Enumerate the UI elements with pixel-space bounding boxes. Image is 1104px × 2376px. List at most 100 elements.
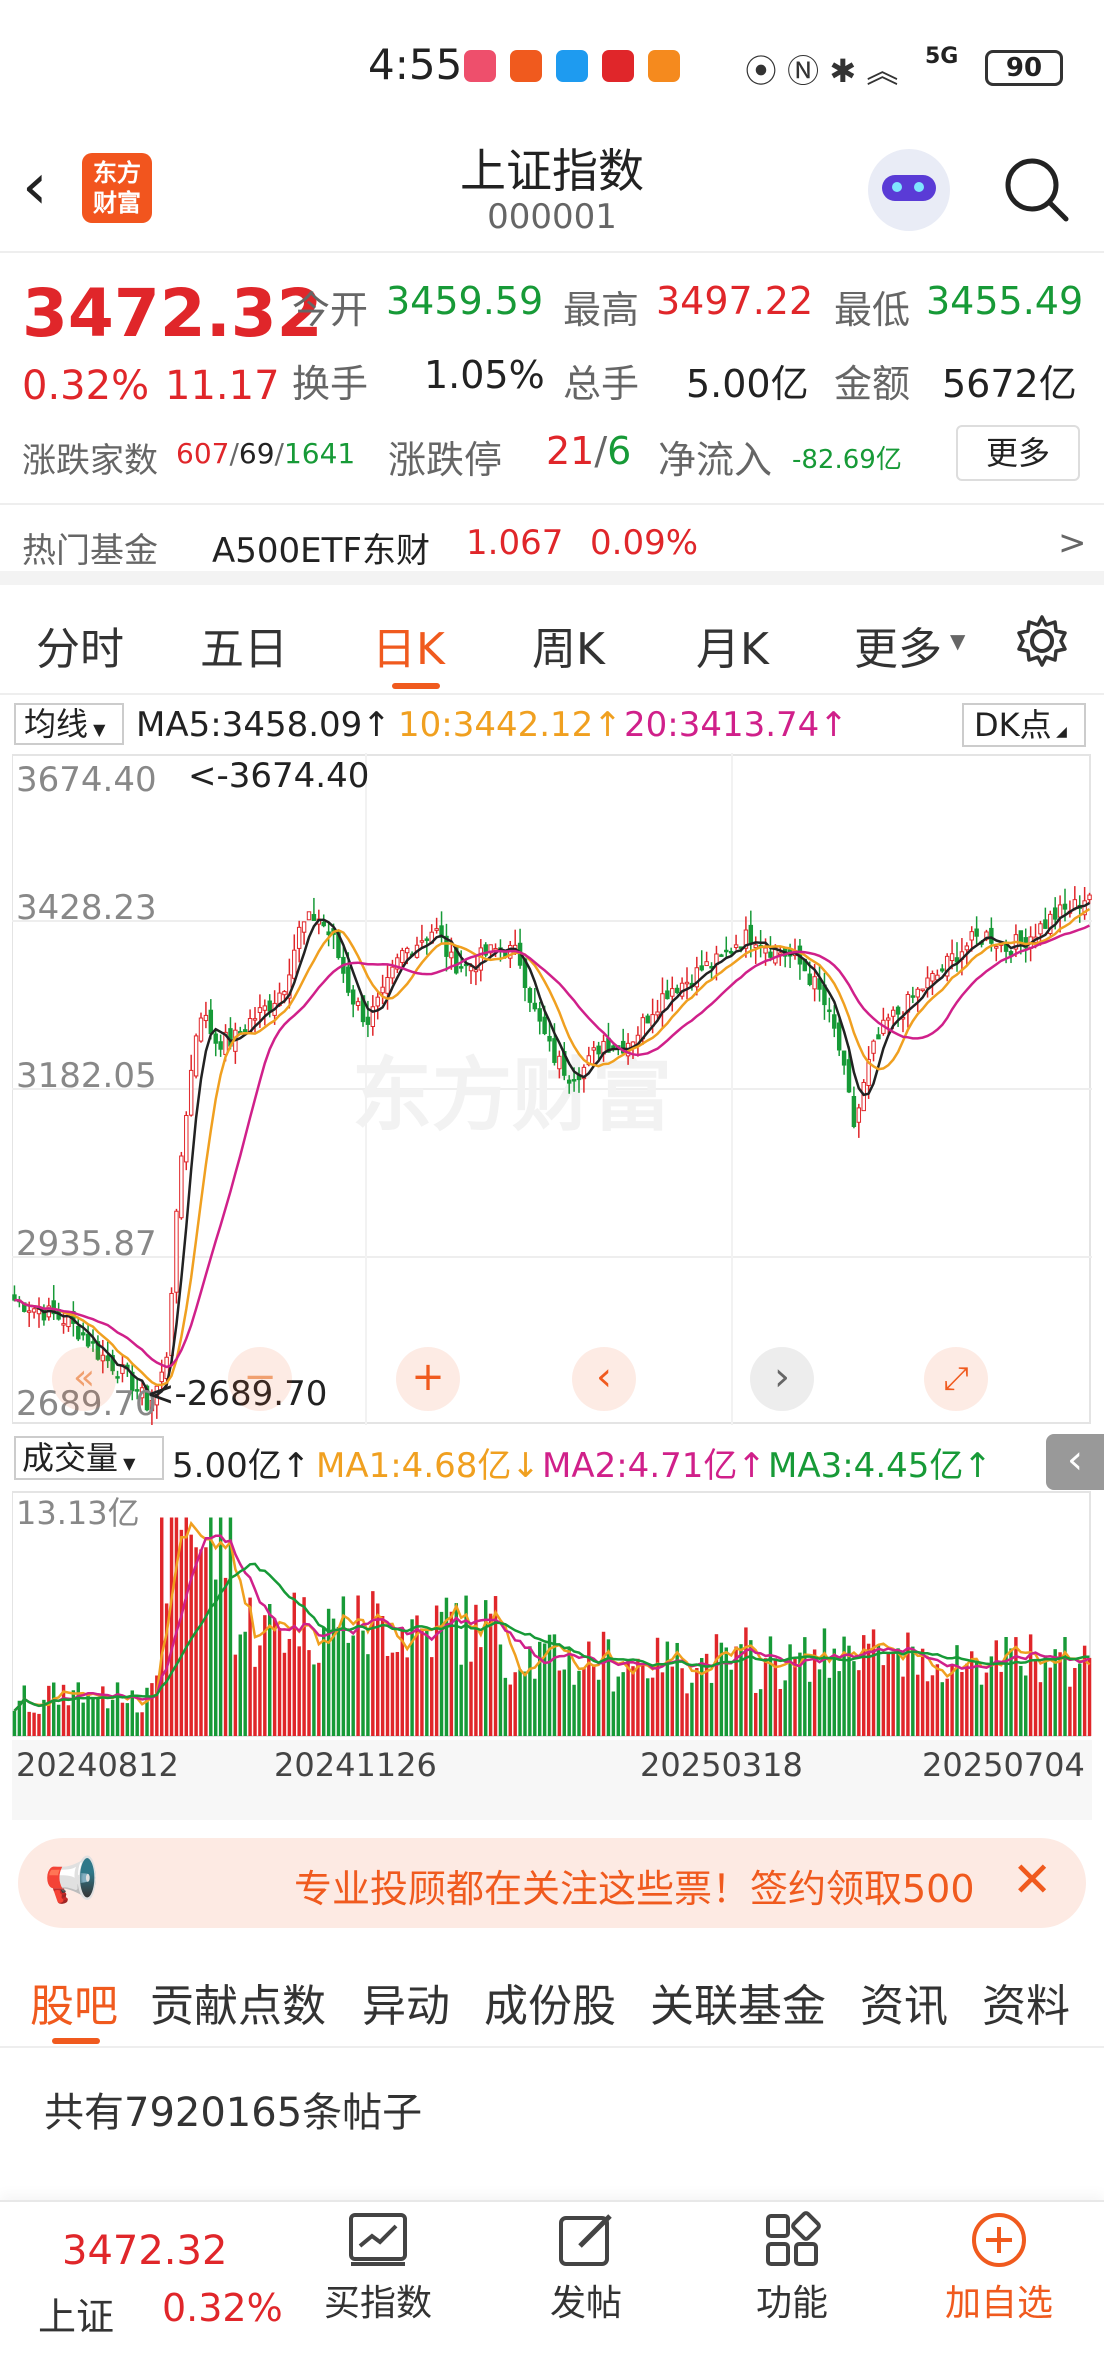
vol-ma1: MA1:4.68亿↓ [316, 1446, 540, 1486]
tab-profile[interactable]: 资料 [982, 1970, 1070, 2034]
volume-chart[interactable]: 13.13亿 [11, 1490, 1092, 1740]
volume-bar [1019, 1665, 1023, 1736]
active-tab-indicator [52, 2038, 100, 2044]
fullscreen-icon[interactable]: ⤢ [924, 1347, 988, 1411]
nav-post[interactable]: 发帖 [524, 2202, 648, 2376]
volume-bar [474, 1604, 478, 1736]
tab-news[interactable]: 资讯 [860, 1970, 948, 2034]
scroll-left-fast-button[interactable]: « [52, 1347, 116, 1411]
candle-body [449, 951, 454, 959]
scroll-right-button[interactable]: › [750, 1347, 814, 1411]
settings-gear-icon[interactable] [1012, 611, 1072, 671]
candle-body [566, 1079, 572, 1084]
volume-bar [420, 1628, 424, 1736]
volume-bar [27, 1711, 31, 1736]
volume-bar [459, 1664, 463, 1736]
volume-bar [135, 1712, 139, 1736]
volume-bar [140, 1712, 144, 1736]
volume-bar [945, 1678, 949, 1736]
kline-chart[interactable]: 东方财富 3674.40 3428.23 3182.05 2935.87 268… [11, 753, 1092, 1427]
candle-body [90, 1341, 96, 1344]
tab-related-funds[interactable]: 关联基金 [650, 1970, 826, 2034]
nav-functions[interactable]: 功能 [730, 2202, 854, 2376]
candle-body [994, 946, 999, 949]
tab-movements[interactable]: 异动 [362, 1970, 450, 2034]
volume-bar [675, 1642, 679, 1736]
date-label: 20240812 [16, 1746, 179, 1784]
more-button[interactable]: 更多 [956, 425, 1080, 481]
volume-bar [896, 1648, 900, 1736]
volume-bar [803, 1637, 807, 1736]
search-icon[interactable] [1002, 155, 1072, 225]
volume-bar [562, 1669, 566, 1736]
candle-body [267, 1000, 272, 1012]
candle-body [753, 944, 758, 949]
volume-bar [268, 1603, 272, 1736]
volume-selector[interactable]: 成交量 ▼ [14, 1436, 164, 1480]
volume-bar [243, 1631, 247, 1736]
collapse-panel-button[interactable]: ‹ [1046, 1434, 1104, 1490]
nav-buy-index[interactable]: 买指数 [316, 2202, 440, 2376]
tab-more[interactable]: 更多 [854, 613, 942, 677]
candle-body [728, 950, 734, 954]
volume-bar [636, 1658, 640, 1736]
volume-bar [700, 1658, 704, 1736]
tab-five-day[interactable]: 五日 [200, 613, 288, 677]
zoom-in-button[interactable]: + [396, 1347, 460, 1411]
volume-bar [223, 1577, 228, 1736]
candle-body [861, 1081, 866, 1112]
limit-label: 涨跌停 [388, 438, 503, 482]
volume-bar [76, 1682, 80, 1736]
candle-body [571, 1079, 577, 1082]
volume-bar [744, 1627, 748, 1736]
candle-body [478, 947, 484, 971]
volume-bar [47, 1685, 51, 1736]
ma-selector[interactable]: 均线 ▼ [14, 703, 124, 745]
close-icon[interactable]: ✕ [1012, 1852, 1052, 1908]
volume-bar [891, 1651, 895, 1736]
robot-assistant-icon[interactable] [868, 149, 950, 231]
candle-body [380, 986, 385, 994]
volume-bar [1078, 1663, 1082, 1736]
volume-bar [695, 1668, 699, 1736]
candle-body [76, 1325, 81, 1340]
volume-bar [881, 1665, 886, 1736]
scroll-left-button[interactable]: ‹ [572, 1347, 636, 1411]
volume-bar [665, 1641, 670, 1736]
volume-bar [322, 1627, 326, 1736]
candle-body [974, 928, 979, 937]
tab-contribution[interactable]: 贡献点数 [150, 1970, 326, 2034]
zoom-out-button[interactable]: − [228, 1347, 292, 1411]
tab-daily-k[interactable]: 日K [372, 613, 445, 677]
candle-body [385, 977, 390, 994]
candle-body [719, 954, 724, 957]
volume-bar [292, 1592, 296, 1736]
candle-body [198, 1017, 204, 1042]
volume-bar [297, 1646, 301, 1736]
hot-fund-label: 热门基金 [22, 531, 158, 571]
promo-banner[interactable]: 📢 专业投顾都在关注这些票！签约领取500 ✕ [18, 1838, 1086, 1928]
tab-monthly-k[interactable]: 月K [696, 613, 769, 677]
volume-bar [822, 1628, 827, 1736]
volume-bar [145, 1687, 149, 1736]
back-icon[interactable]: ‹ [22, 155, 48, 219]
candle-body [213, 1033, 218, 1044]
breadth-label: 涨跌家数 [22, 441, 158, 481]
candle-body [400, 950, 405, 963]
volume-bar [773, 1658, 778, 1736]
candle-body [61, 1323, 66, 1326]
tab-weekly-k[interactable]: 周K [532, 613, 605, 677]
y-tick-label: 3428.23 [16, 888, 157, 928]
nav-add-watchlist[interactable]: 加自选 [934, 2202, 1064, 2376]
dk-point-button[interactable]: DK点 ◢ [962, 703, 1086, 747]
volume-bar [793, 1658, 797, 1736]
tab-intraday[interactable]: 分时 [36, 613, 124, 677]
index-summary[interactable]: 3472.32 上证 0.32% [0, 2202, 300, 2376]
candle-body [115, 1376, 120, 1379]
hot-fund-row[interactable]: 热门基金 A500ETF东财 1.067 0.09% > [0, 503, 1104, 585]
tab-constituents[interactable]: 成份股 [484, 1970, 616, 2034]
tab-guba[interactable]: 股吧 [30, 1970, 118, 2034]
volume-bar [307, 1650, 311, 1736]
volume-bar [857, 1670, 861, 1736]
volume-bar [1004, 1637, 1008, 1736]
